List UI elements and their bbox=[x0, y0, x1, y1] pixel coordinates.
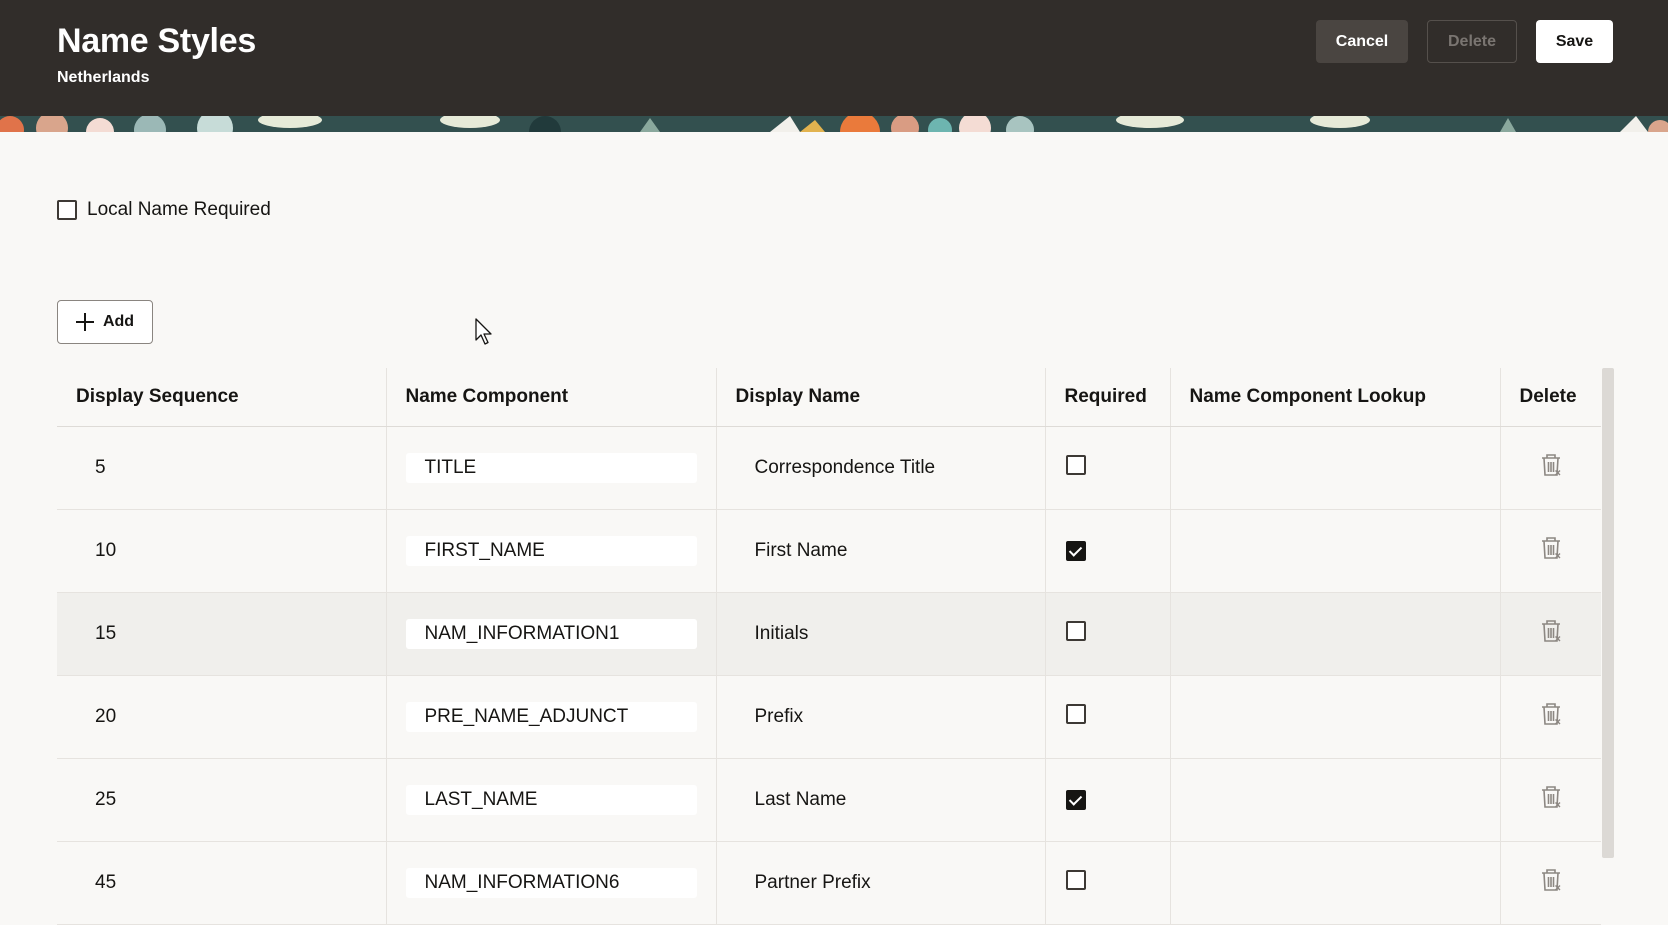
column-header-delete: Delete bbox=[1499, 368, 1601, 427]
trash-icon[interactable] bbox=[1538, 618, 1564, 650]
required-checkbox[interactable] bbox=[1065, 541, 1086, 561]
trash-icon[interactable] bbox=[1538, 535, 1564, 567]
table-row[interactable]: 15 NAM_INFORMATION1 Initials bbox=[57, 592, 1601, 676]
save-button[interactable]: Save bbox=[1536, 20, 1613, 63]
display-name-cell[interactable]: First Name bbox=[715, 509, 1045, 593]
name-component-cell: NAM_INFORMATION1 bbox=[385, 592, 716, 676]
display-sequence-cell[interactable]: 25 bbox=[57, 758, 386, 842]
name-component-field[interactable]: NAM_INFORMATION6 bbox=[405, 867, 697, 898]
page-title: Name Styles bbox=[57, 22, 256, 60]
name-component-field[interactable]: LAST_NAME bbox=[405, 784, 697, 815]
decorative-banner bbox=[0, 116, 1668, 132]
display-name-cell[interactable]: Partner Prefix bbox=[715, 841, 1045, 925]
display-sequence-cell[interactable]: 10 bbox=[57, 509, 386, 593]
name-components-table: Display Sequence Name Component Display … bbox=[57, 368, 1601, 925]
column-header-name-component[interactable]: Name Component bbox=[385, 368, 716, 427]
name-component-lookup-cell[interactable] bbox=[1169, 426, 1500, 510]
trash-icon[interactable] bbox=[1538, 784, 1564, 816]
required-checkbox[interactable] bbox=[1065, 454, 1086, 475]
checkbox-box[interactable] bbox=[57, 200, 77, 220]
delete-cell bbox=[1499, 509, 1601, 593]
trash-icon[interactable] bbox=[1538, 452, 1564, 484]
display-name-cell[interactable]: Initials bbox=[715, 592, 1045, 676]
display-name-cell[interactable]: Correspondence Title bbox=[715, 426, 1045, 510]
name-component-cell: PRE_NAME_ADJUNCT bbox=[385, 675, 716, 759]
required-checkbox[interactable] bbox=[1065, 790, 1086, 810]
delete-cell bbox=[1499, 426, 1601, 510]
table-row[interactable]: 5 TITLE Correspondence Title bbox=[57, 426, 1601, 510]
required-cell bbox=[1044, 675, 1170, 759]
display-sequence-cell[interactable]: 5 bbox=[57, 426, 386, 510]
name-component-lookup-cell[interactable] bbox=[1169, 675, 1500, 759]
required-cell bbox=[1044, 758, 1170, 842]
delete-cell bbox=[1499, 592, 1601, 676]
display-sequence-cell[interactable]: 20 bbox=[57, 675, 386, 759]
column-header-required[interactable]: Required bbox=[1044, 368, 1170, 427]
trash-icon[interactable] bbox=[1538, 867, 1564, 899]
name-component-lookup-cell[interactable] bbox=[1169, 592, 1500, 676]
table-header-row: Display Sequence Name Component Display … bbox=[57, 368, 1601, 427]
name-component-cell: NAM_INFORMATION6 bbox=[385, 841, 716, 925]
name-component-lookup-cell[interactable] bbox=[1169, 758, 1500, 842]
column-header-name-component-lookup[interactable]: Name Component Lookup bbox=[1169, 368, 1500, 427]
display-name-cell[interactable]: Prefix bbox=[715, 675, 1045, 759]
required-cell bbox=[1044, 841, 1170, 925]
display-sequence-cell[interactable]: 15 bbox=[57, 592, 386, 676]
required-checkbox[interactable] bbox=[1065, 703, 1086, 724]
mouse-cursor-icon bbox=[475, 318, 492, 345]
display-sequence-cell[interactable]: 45 bbox=[57, 841, 386, 925]
delete-button[interactable]: Delete bbox=[1427, 20, 1517, 63]
name-component-cell: FIRST_NAME bbox=[385, 509, 716, 593]
delete-cell bbox=[1499, 841, 1601, 925]
page-header: Name Styles Netherlands Cancel Delete Sa… bbox=[0, 0, 1668, 116]
cancel-button[interactable]: Cancel bbox=[1316, 20, 1408, 63]
table-row[interactable]: 20 PRE_NAME_ADJUNCT Prefix bbox=[57, 675, 1601, 759]
add-button[interactable]: Add bbox=[57, 300, 153, 344]
name-component-cell: LAST_NAME bbox=[385, 758, 716, 842]
name-component-field[interactable]: TITLE bbox=[405, 452, 697, 483]
required-cell bbox=[1044, 509, 1170, 593]
table-row[interactable]: 10 FIRST_NAME First Name bbox=[57, 509, 1601, 593]
column-header-display-name[interactable]: Display Name bbox=[715, 368, 1045, 427]
local-name-required-checkbox[interactable]: Local Name Required bbox=[57, 199, 271, 221]
name-component-field[interactable]: NAM_INFORMATION1 bbox=[405, 618, 697, 649]
table-scrollbar[interactable] bbox=[1602, 368, 1614, 858]
name-component-lookup-cell[interactable] bbox=[1169, 841, 1500, 925]
table-row[interactable]: 45 NAM_INFORMATION6 Partner Prefix bbox=[57, 841, 1601, 925]
display-name-cell[interactable]: Last Name bbox=[715, 758, 1045, 842]
required-cell bbox=[1044, 426, 1170, 510]
required-checkbox[interactable] bbox=[1065, 620, 1086, 641]
delete-cell bbox=[1499, 758, 1601, 842]
add-button-label: Add bbox=[102, 313, 135, 330]
name-component-lookup-cell[interactable] bbox=[1169, 509, 1500, 593]
name-component-field[interactable]: FIRST_NAME bbox=[405, 535, 697, 566]
required-checkbox[interactable] bbox=[1065, 869, 1086, 890]
table-row[interactable]: 25 LAST_NAME Last Name bbox=[57, 758, 1601, 842]
plus-icon bbox=[75, 313, 94, 331]
page-subtitle: Netherlands bbox=[57, 69, 150, 86]
local-name-required-label: Local Name Required bbox=[87, 199, 271, 220]
trash-icon[interactable] bbox=[1538, 701, 1564, 733]
banner-pattern bbox=[0, 116, 1668, 132]
name-component-field[interactable]: PRE_NAME_ADJUNCT bbox=[405, 701, 697, 732]
column-header-display-sequence[interactable]: Display Sequence bbox=[57, 368, 386, 427]
delete-cell bbox=[1499, 675, 1601, 759]
required-cell bbox=[1044, 592, 1170, 676]
name-component-cell: TITLE bbox=[385, 426, 716, 510]
